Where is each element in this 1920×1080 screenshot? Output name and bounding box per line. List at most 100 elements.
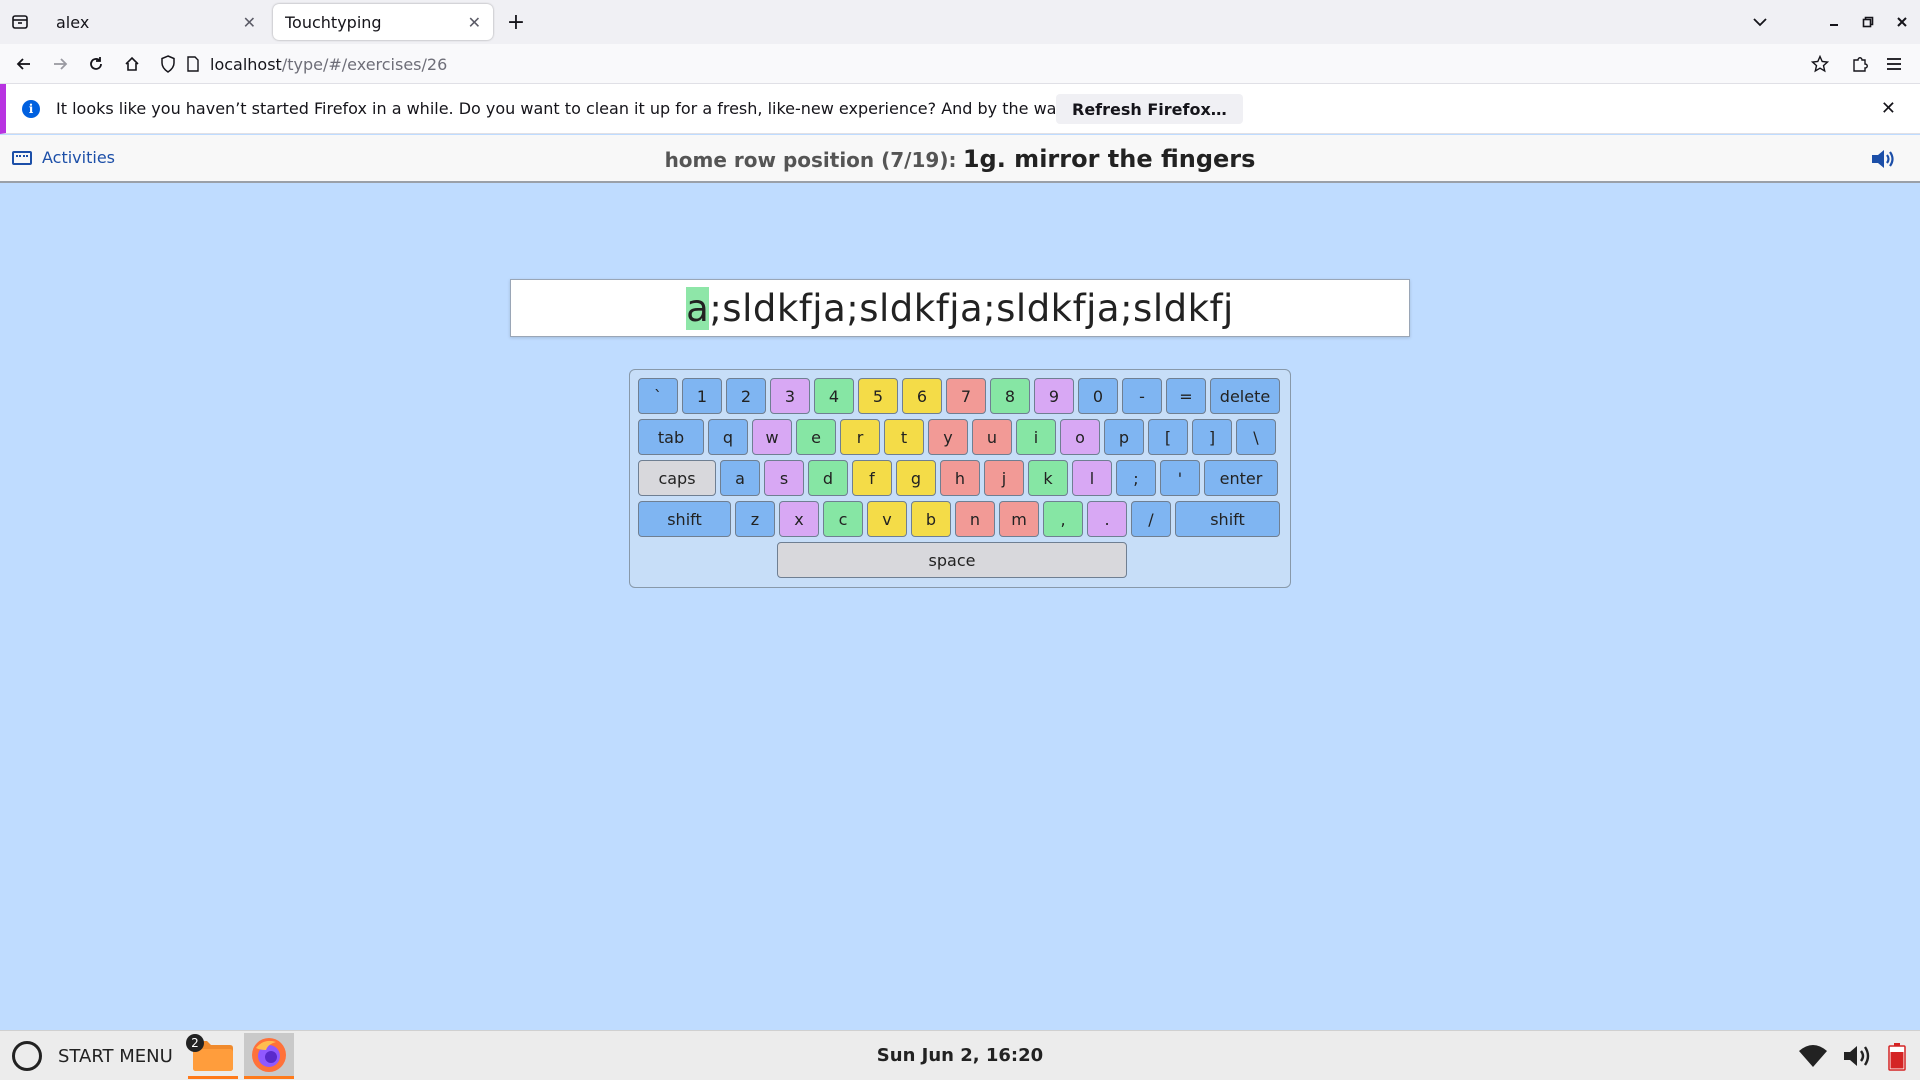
key-char: u bbox=[972, 419, 1012, 455]
key-char: [ bbox=[1148, 419, 1188, 455]
key-char: h bbox=[940, 460, 980, 496]
home-button[interactable] bbox=[116, 48, 148, 80]
key-char: 9 bbox=[1034, 378, 1074, 414]
new-tab-button[interactable]: + bbox=[500, 6, 532, 38]
lesson-progress: home row position (7/19): bbox=[664, 148, 957, 172]
tab-title: Touchtyping bbox=[285, 12, 382, 32]
key-char: 8 bbox=[990, 378, 1030, 414]
back-button[interactable] bbox=[8, 48, 40, 80]
shield-icon[interactable] bbox=[160, 55, 176, 73]
list-all-tabs-button[interactable] bbox=[1746, 8, 1774, 36]
key-caps: caps bbox=[638, 460, 716, 496]
key-char: \ bbox=[1236, 419, 1276, 455]
arrow-left-icon bbox=[16, 58, 30, 70]
key-shift: shift bbox=[1175, 501, 1280, 537]
lesson-title: home row position (7/19): 1g. mirror the… bbox=[0, 145, 1920, 173]
close-tab-icon[interactable]: ✕ bbox=[468, 13, 481, 32]
tab-alex[interactable]: alex ✕ bbox=[44, 4, 268, 40]
refresh-notification-bar: i It looks like you haven’t started Fire… bbox=[0, 84, 1920, 134]
close-tab-icon[interactable]: ✕ bbox=[243, 13, 256, 32]
plus-icon: + bbox=[506, 9, 526, 35]
key-char: j bbox=[984, 460, 1024, 496]
puzzle-icon bbox=[1853, 57, 1868, 72]
key-char: - bbox=[1122, 378, 1162, 414]
key-char: v bbox=[867, 501, 907, 537]
star-icon bbox=[1811, 55, 1829, 73]
reload-icon bbox=[90, 57, 102, 70]
key-char: m bbox=[999, 501, 1039, 537]
exercise-text-box[interactable]: a ;sldkfja;sldkfja;sldkfja;sldkfj bbox=[510, 279, 1410, 337]
key-space: space bbox=[777, 542, 1127, 578]
page-icon bbox=[187, 56, 199, 72]
chevron-down-icon bbox=[1753, 18, 1767, 27]
key-char: , bbox=[1043, 501, 1083, 537]
speaker-icon[interactable] bbox=[1842, 1043, 1874, 1069]
url-bar[interactable]: localhost/type/#/exercises/26 bbox=[160, 49, 1820, 79]
arrow-right-icon bbox=[54, 58, 68, 70]
key-char: 6 bbox=[902, 378, 942, 414]
key-char: b bbox=[911, 501, 951, 537]
key-char: l bbox=[1072, 460, 1112, 496]
home-icon bbox=[125, 56, 139, 71]
key-char: k bbox=[1028, 460, 1068, 496]
remaining-text: ;sldkfja;sldkfja;sldkfja;sldkfj bbox=[709, 286, 1234, 330]
key-shift: shift bbox=[638, 501, 731, 537]
key-char: f bbox=[852, 460, 892, 496]
key-char: ` bbox=[638, 378, 678, 414]
app-header: Activities home row position (7/19): 1g.… bbox=[0, 135, 1920, 183]
key-char: o bbox=[1060, 419, 1100, 455]
key-char: e bbox=[796, 419, 836, 455]
key-char: / bbox=[1131, 501, 1171, 537]
key-char: 7 bbox=[946, 378, 986, 414]
taskbar: START MENU 2 Sun Jun 2, 16:20 bbox=[0, 1030, 1920, 1080]
minimize-button[interactable] bbox=[1820, 8, 1848, 36]
key-char: 0 bbox=[1078, 378, 1118, 414]
key-char: w bbox=[752, 419, 792, 455]
volume-icon[interactable] bbox=[1870, 147, 1898, 171]
maximize-button[interactable] bbox=[1854, 8, 1882, 36]
info-icon: i bbox=[22, 99, 40, 118]
menu-button[interactable] bbox=[1878, 48, 1910, 80]
key-char: z bbox=[735, 501, 775, 537]
key-char: 4 bbox=[814, 378, 854, 414]
key-char: 2 bbox=[726, 378, 766, 414]
key-char: 5 bbox=[858, 378, 898, 414]
close-window-button[interactable] bbox=[1888, 8, 1916, 36]
tab-list-icon bbox=[12, 15, 28, 29]
lesson-name: 1g. mirror the fingers bbox=[962, 145, 1256, 173]
url-path: /type/#/exercises/26 bbox=[281, 54, 448, 74]
key-char: ; bbox=[1116, 460, 1156, 496]
hamburger-menu-icon bbox=[1887, 58, 1901, 70]
reload-button[interactable] bbox=[80, 48, 112, 80]
bookmark-button[interactable] bbox=[1804, 48, 1836, 80]
tab-touchtyping[interactable]: Touchtyping ✕ bbox=[273, 4, 493, 40]
key-char: d bbox=[808, 460, 848, 496]
navigation-bar: localhost/type/#/exercises/26 bbox=[0, 44, 1920, 84]
key-char: s bbox=[764, 460, 804, 496]
key-char: y bbox=[928, 419, 968, 455]
battery-icon[interactable] bbox=[1888, 1043, 1906, 1071]
minimize-icon bbox=[1830, 24, 1838, 26]
key-char: 1 bbox=[682, 378, 722, 414]
forward-button[interactable] bbox=[44, 48, 76, 80]
on-screen-keyboard: ` 1 2 3 4 5 6 7 8 9 0- = delete tab q w e r t y u i o p[] \ caps a… bbox=[629, 369, 1291, 588]
tab-bar: alex ✕ Touchtyping ✕ + bbox=[0, 0, 1920, 44]
key-char: t bbox=[884, 419, 924, 455]
refresh-firefox-button[interactable]: Refresh Firefox… bbox=[1056, 94, 1243, 124]
close-notification-icon[interactable]: ✕ bbox=[1881, 98, 1896, 119]
key-char: q bbox=[708, 419, 748, 455]
url-host: localhost bbox=[210, 54, 282, 74]
extensions-button[interactable] bbox=[1844, 48, 1876, 80]
clock: Sun Jun 2, 16:20 bbox=[876, 1045, 1044, 1066]
key-char: n bbox=[955, 501, 995, 537]
current-character: a bbox=[686, 286, 710, 330]
key-char: r bbox=[840, 419, 880, 455]
key-char: x bbox=[779, 501, 819, 537]
notification-message: It looks like you haven’t started Firefo… bbox=[56, 99, 1198, 118]
key-char: p bbox=[1104, 419, 1144, 455]
close-icon bbox=[1897, 17, 1907, 27]
wifi-icon[interactable] bbox=[1797, 1043, 1829, 1069]
tab-list-button[interactable] bbox=[0, 0, 40, 44]
tab-title: alex bbox=[56, 12, 90, 32]
key-tab: tab bbox=[638, 419, 704, 455]
